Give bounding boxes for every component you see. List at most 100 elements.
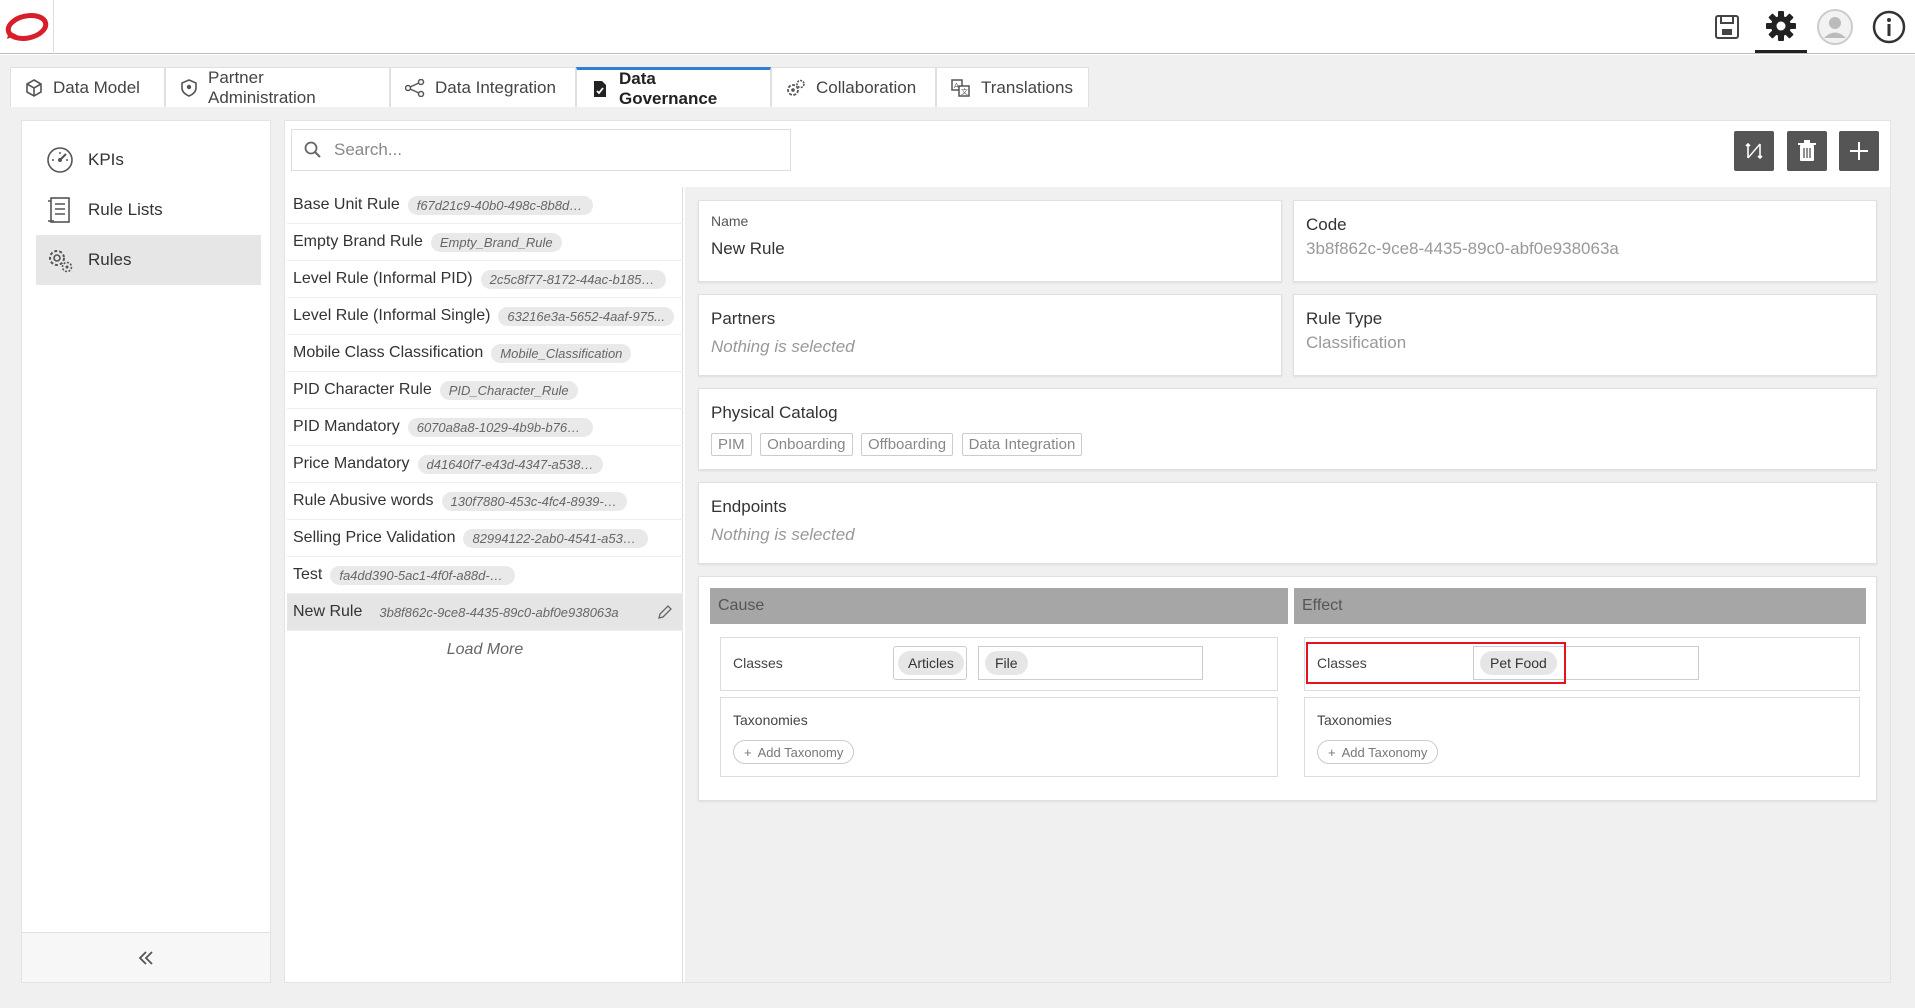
cause-class-box[interactable]: Articles bbox=[893, 646, 967, 680]
rule-name: Empty Brand Rule bbox=[293, 233, 423, 250]
rule-type-value: Classification bbox=[1306, 333, 1407, 352]
sidebar-item-rule-lists[interactable]: Rule Lists bbox=[36, 185, 261, 235]
rule-code-badge: fa4dd390-5ac1-4f0f-a88d-a51a65d22ccb bbox=[330, 565, 516, 585]
rule-code-badge: PID_Character_Rule bbox=[439, 380, 578, 400]
search-box bbox=[291, 129, 791, 171]
catalog-option-offboarding[interactable]: Offboarding bbox=[860, 433, 954, 456]
effect-header: Effect bbox=[1294, 588, 1866, 624]
class-tag[interactable]: Articles bbox=[898, 651, 964, 675]
code-value: 3b8f862c-9ce8-4435-89c0-abf0e938063a bbox=[1306, 239, 1619, 258]
rule-name: Base Unit Rule bbox=[293, 196, 400, 213]
sidebar-item-kpis[interactable]: KPIs bbox=[36, 135, 261, 185]
tab-label: Partner Administration bbox=[208, 67, 316, 107]
rule-name: Rule Abusive words bbox=[293, 492, 434, 509]
share-nodes-icon bbox=[405, 78, 425, 97]
field-label: Rule Type bbox=[1306, 309, 1383, 328]
partners-field[interactable]: Partners Nothing is selected bbox=[698, 294, 1282, 376]
plus-icon bbox=[1850, 142, 1868, 160]
top-bar bbox=[0, 0, 1915, 54]
sidebar-item-label: Rule Lists bbox=[88, 200, 163, 219]
tab-collaboration[interactable]: Collaboration bbox=[771, 67, 936, 107]
rule-list-item-selected[interactable]: New Rule 3b8f862c-9ce8-4435-89c0-abf0e93… bbox=[287, 594, 683, 631]
rule-list-item[interactable]: Selling Price Validation 82994122-2ab0-4… bbox=[287, 520, 683, 557]
effect-add-taxonomy-button[interactable]: + Add Taxonomy bbox=[1317, 740, 1439, 764]
user-avatar-icon[interactable] bbox=[1809, 1, 1861, 53]
tab-label: Data Integration bbox=[435, 77, 556, 97]
tab-data-model[interactable]: Data Model bbox=[10, 67, 165, 107]
tab-label: Translations bbox=[981, 77, 1073, 97]
catalog-option-onboarding[interactable]: Onboarding bbox=[760, 433, 853, 456]
rule-name: New Rule bbox=[293, 603, 363, 620]
rule-code-badge: Mobile_Classification bbox=[491, 343, 632, 363]
rule-list-item[interactable]: Rule Abusive words 130f7880-453c-4fc4-89… bbox=[287, 483, 683, 520]
rule-name: PID Mandatory bbox=[293, 418, 400, 435]
rule-name: Test bbox=[293, 566, 323, 583]
plus-icon: + bbox=[744, 744, 752, 760]
field-label: Partners bbox=[711, 309, 776, 328]
field-label: Physical Catalog bbox=[711, 403, 838, 422]
cause-class-input[interactable]: File bbox=[978, 646, 1203, 680]
delete-button[interactable] bbox=[1787, 131, 1827, 171]
rule-name: Level Rule (Informal Single) bbox=[293, 307, 491, 324]
rule-list-item[interactable]: PID Character Rule PID_Character_Rule bbox=[287, 372, 683, 409]
rule-name: Price Mandatory bbox=[293, 455, 410, 472]
collapse-sidebar-button[interactable] bbox=[22, 932, 270, 982]
tab-data-integration[interactable]: Data Integration bbox=[390, 67, 576, 107]
rule-code-badge: 2c5c8f77-8172-44ac-b185-73... bbox=[480, 269, 666, 289]
tab-partner-administration[interactable]: Partner Administration bbox=[165, 67, 390, 107]
rule-name: Level Rule (Informal PID) bbox=[293, 270, 473, 287]
svg-text:A: A bbox=[954, 82, 959, 90]
rule-list-item[interactable]: Level Rule (Informal Single) 63216e3a-56… bbox=[287, 298, 683, 335]
info-icon[interactable] bbox=[1863, 1, 1915, 53]
gear-icon[interactable] bbox=[1755, 1, 1807, 53]
rule-detail: Name New Rule Code 3b8f862c-9ce8-4435-89… bbox=[685, 187, 1890, 982]
rule-code-badge: Empty_Brand_Rule bbox=[430, 232, 562, 252]
rule-list-item[interactable]: Level Rule (Informal PID) 2c5c8f77-8172-… bbox=[287, 261, 683, 298]
load-more-link[interactable]: Load More bbox=[287, 641, 683, 659]
catalog-option-data-integration[interactable]: Data Integration bbox=[961, 433, 1083, 456]
rule-code-badge: 6070a8a8-1029-4b9b-b764-ff78f5b5f9e9 bbox=[407, 417, 593, 437]
name-field[interactable]: Name New Rule bbox=[698, 200, 1282, 282]
field-label: Endpoints bbox=[711, 497, 787, 516]
tab-data-governance[interactable]: Data Governance bbox=[576, 67, 771, 108]
rule-list-item[interactable]: Base Unit Rule f67d21c9-40b0-498c-8b8d-9… bbox=[287, 187, 683, 224]
rule-name: Selling Price Validation bbox=[293, 529, 456, 546]
rule-list-item[interactable]: PID Mandatory 6070a8a8-1029-4b9b-b764-ff… bbox=[287, 409, 683, 446]
catalog-option-pim[interactable]: PIM bbox=[711, 433, 752, 456]
save-icon[interactable] bbox=[1701, 1, 1753, 53]
sync-button[interactable] bbox=[1734, 131, 1774, 171]
tab-translations[interactable]: A文 Translations bbox=[936, 67, 1089, 107]
sidebar-item-label: KPIs bbox=[88, 150, 124, 169]
partners-value[interactable]: Nothing is selected bbox=[711, 337, 855, 357]
tab-label: Data Model bbox=[53, 77, 140, 97]
add-taxonomy-label: Add Taxonomy bbox=[757, 744, 844, 760]
rule-list-item[interactable]: Test fa4dd390-5ac1-4f0f-a88d-a51a65d22cc… bbox=[287, 557, 683, 594]
cause-add-taxonomy-button[interactable]: + Add Taxonomy bbox=[733, 740, 855, 764]
rule-list-item[interactable]: Empty Brand Rule Empty_Brand_Rule bbox=[287, 224, 683, 261]
name-value[interactable]: New Rule bbox=[711, 239, 785, 259]
class-tag[interactable]: File bbox=[985, 651, 1028, 675]
search-input[interactable] bbox=[334, 140, 754, 160]
physical-catalog-field: Physical Catalog PIM Onboarding Offboard… bbox=[698, 388, 1877, 470]
rule-list-item[interactable]: Mobile Class Classification Mobile_Class… bbox=[287, 335, 683, 372]
rule-name: PID Character Rule bbox=[293, 381, 432, 398]
add-taxonomy-label: Add Taxonomy bbox=[1341, 744, 1428, 760]
rule-list: Base Unit Rule f67d21c9-40b0-498c-8b8d-9… bbox=[287, 187, 683, 982]
field-label: Taxonomies bbox=[1317, 712, 1392, 728]
double-chevron-left-icon bbox=[138, 950, 153, 965]
cog-settings-icon bbox=[49, 250, 73, 273]
logo-icon[interactable] bbox=[0, 0, 54, 54]
pencil-icon[interactable] bbox=[657, 604, 673, 620]
endpoints-value[interactable]: Nothing is selected bbox=[711, 525, 855, 545]
sidebar-item-rules[interactable]: Rules bbox=[36, 235, 261, 285]
sidebar-item-label: Rules bbox=[88, 250, 132, 269]
field-label: Classes bbox=[733, 655, 783, 671]
rule-list-item[interactable]: Price Mandatory d41640f7-e43d-4347-a538-… bbox=[287, 446, 683, 483]
tab-label: Data Governance bbox=[619, 68, 718, 108]
effect-taxonomies-row: Taxonomies + Add Taxonomy bbox=[1304, 697, 1860, 777]
endpoints-field[interactable]: Endpoints Nothing is selected bbox=[698, 482, 1877, 564]
add-rule-button[interactable] bbox=[1839, 131, 1879, 171]
shield-icon bbox=[181, 78, 197, 97]
rule-type-field: Rule Type Classification bbox=[1293, 294, 1877, 376]
document-check-icon bbox=[594, 80, 606, 97]
